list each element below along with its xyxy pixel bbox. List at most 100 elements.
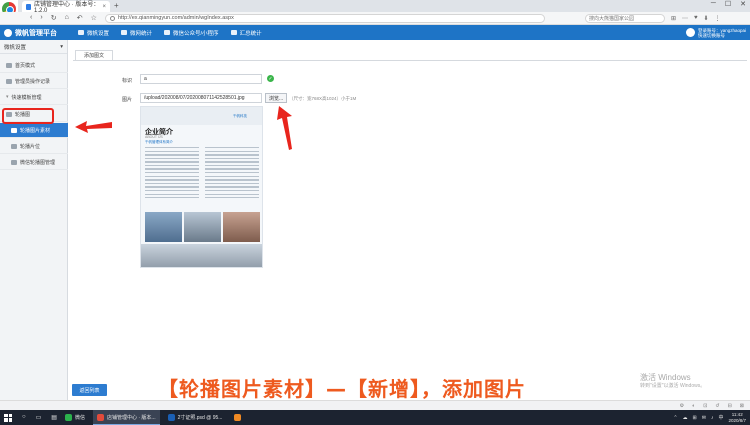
taskbar-app-wechat[interactable]: 微信 bbox=[61, 410, 89, 425]
user-info[interactable]: 登录账号：yangzhaopai 快速切换账号 bbox=[685, 28, 750, 38]
cloud-icon[interactable]: ☁ bbox=[683, 415, 688, 421]
identifier-label: 标识 bbox=[122, 78, 133, 84]
top-nav-item-summary[interactable]: 汇总统计 bbox=[225, 25, 268, 40]
reload-icon[interactable]: ↻ bbox=[51, 14, 57, 22]
taskbar-app-label: 2寸证照.psd @ 95... bbox=[177, 415, 223, 421]
top-nav-item-settings[interactable]: 微帆设置 bbox=[72, 25, 115, 40]
search-icon[interactable]: ○ bbox=[22, 414, 26, 421]
menu-icon[interactable]: ⋮ bbox=[715, 15, 721, 22]
tray-expand-icon[interactable]: ⌃ bbox=[673, 415, 677, 421]
sidebar-title-text: 微帆设置 bbox=[4, 44, 27, 51]
url-field[interactable]: http://ex.qianmingyun.com/admin/wgIndex.… bbox=[104, 13, 545, 23]
close-window-icon[interactable]: ✕ bbox=[740, 0, 746, 8]
taskbar: ○ ▭ ▤ 微信 店铺管理中心 · 版本... 2寸证照.psd @ 95...… bbox=[0, 410, 750, 425]
screenshot-icon[interactable]: ⊡ bbox=[703, 403, 707, 409]
sidebar-item-carousel-material[interactable]: 轮播图片素材 bbox=[0, 123, 68, 138]
folder-icon bbox=[6, 62, 12, 68]
taskbar-app-browser[interactable]: 店铺管理中心 · 版本... bbox=[92, 410, 160, 425]
summary-icon bbox=[230, 30, 237, 35]
tab-add-article[interactable]: 添加图文 bbox=[75, 50, 114, 60]
close-tab-icon[interactable]: × bbox=[102, 4, 106, 10]
sidebar-title[interactable]: 微帆设置 ▾ bbox=[0, 40, 67, 54]
site-favicon-icon bbox=[26, 3, 31, 10]
chart-icon bbox=[121, 30, 128, 35]
browser-extras: ⊞ ⋯ ♥ ⬇ ⋮ bbox=[671, 15, 721, 22]
ime-icon[interactable]: 中 bbox=[718, 414, 723, 421]
start-button[interactable] bbox=[0, 413, 16, 422]
sidebar-item-quick-templates[interactable]: ▾ 快速模板管理 bbox=[0, 90, 68, 105]
theme-icon[interactable]: ◐ bbox=[692, 403, 695, 409]
task-view-icon[interactable]: ▭ bbox=[36, 414, 42, 421]
sidebar-item-home-mode[interactable]: 首页模式 bbox=[0, 58, 68, 73]
wechat-app-icon bbox=[64, 414, 72, 421]
wechat-icon bbox=[164, 30, 171, 35]
image-icon bbox=[11, 127, 17, 133]
arrow-left-annotation bbox=[75, 121, 112, 133]
image-path-value: /upload/202008/07/202008071142528501.jpg bbox=[144, 95, 245, 101]
preview-subtitle: ABOUT US bbox=[145, 135, 163, 139]
size-hint: （尺寸：宽768X高1024）小于1M bbox=[289, 96, 357, 101]
preview-text-right bbox=[205, 147, 259, 201]
zoom-icon[interactable]: ⊠ bbox=[740, 403, 744, 409]
clock-date: 2020/8/7 bbox=[728, 417, 746, 423]
taskbar-pinned: ○ ▭ ▤ bbox=[22, 414, 57, 421]
forward-icon[interactable]: › bbox=[40, 14, 42, 22]
home-icon[interactable]: ⌂ bbox=[65, 14, 69, 22]
browser-search-input[interactable]: 搜向大熊猫国家公园 bbox=[584, 13, 665, 23]
tab-divider bbox=[73, 60, 747, 61]
brand-logo-icon bbox=[4, 28, 12, 37]
network-icon[interactable]: ⊞ bbox=[693, 415, 697, 421]
favorite-icon[interactable]: ♥ bbox=[694, 15, 698, 22]
monitor-icon bbox=[78, 30, 84, 35]
sidebar-item-wechat-carousel[interactable]: 微信轮播图管理 bbox=[0, 155, 68, 170]
system-tray: ⌃ ☁ ⊞ ✉ ♪ 中 11:42 2020/8/7 bbox=[673, 412, 750, 423]
back-to-list-button[interactable]: 返回列表 bbox=[72, 384, 107, 396]
bookmark-star-icon[interactable]: ☆ bbox=[91, 14, 97, 22]
browser-tab[interactable]: 店铺管理中心 · 版本号：1.2.0 × bbox=[22, 1, 110, 14]
security-icon bbox=[109, 15, 115, 21]
sidebar-toggle-icon[interactable]: ⊟ bbox=[728, 403, 732, 409]
sidebar-item-label: 管理员操作记录 bbox=[15, 78, 51, 85]
app-brand: 微帆管理平台 bbox=[0, 28, 68, 38]
sidebar-item-label: 快速模板管理 bbox=[11, 94, 42, 101]
sidebar-item-carousel-slots[interactable]: 轮播片位 bbox=[0, 139, 68, 154]
taskbar-app-illustrator[interactable] bbox=[230, 410, 245, 425]
apps-icon[interactable]: ⊞ bbox=[671, 15, 676, 22]
valid-check-icon: ✓ bbox=[267, 75, 274, 82]
explorer-icon[interactable]: ▤ bbox=[51, 414, 57, 421]
url-text: http://ex.qianmingyun.com/admin/wgIndex.… bbox=[117, 15, 234, 21]
clock[interactable]: 11:42 2020/8/7 bbox=[728, 412, 746, 423]
maximize-icon[interactable]: ☐ bbox=[725, 0, 731, 8]
sidebar-item-label: 首页模式 bbox=[15, 62, 36, 69]
taskbar-app-photoshop[interactable]: 2寸证照.psd @ 95... bbox=[164, 410, 227, 425]
back-icon[interactable]: ‹ bbox=[30, 14, 32, 22]
image-icon bbox=[11, 143, 17, 149]
top-nav-label: 微网统计 bbox=[130, 30, 153, 37]
minimize-icon[interactable]: ─ bbox=[711, 0, 716, 8]
new-tab-button[interactable]: + bbox=[114, 1, 119, 10]
sidebar-item-admin-log[interactable]: 管理员操作记录 bbox=[0, 74, 68, 89]
image-path-input[interactable]: /upload/202008/07/202008071142528501.jpg bbox=[140, 93, 262, 103]
sidebar-item-label: 轮播片位 bbox=[20, 143, 41, 150]
switch-account-link[interactable]: 快速切换账号 bbox=[698, 33, 746, 38]
taskbar-app-label: 店铺管理中心 · 版本... bbox=[106, 414, 156, 421]
undo-icon[interactable]: ↶ bbox=[77, 14, 83, 22]
refresh-icon[interactable]: ↺ bbox=[715, 403, 719, 409]
top-nav-label: 微信公众号/小程序 bbox=[173, 30, 219, 37]
volume-icon[interactable]: ♪ bbox=[711, 415, 714, 421]
settings-icon[interactable]: ⚙ bbox=[680, 403, 684, 409]
mail-icon[interactable]: ✉ bbox=[702, 415, 706, 421]
identifier-input[interactable]: a bbox=[140, 74, 262, 84]
folder-icon bbox=[6, 78, 12, 84]
top-nav-item-wechat[interactable]: 微信公众号/小程序 bbox=[158, 25, 225, 40]
sidebar-item-label: 微信轮播图管理 bbox=[20, 159, 56, 166]
top-nav-item-stats[interactable]: 微网统计 bbox=[115, 25, 158, 40]
user-text: 登录账号：yangzhaopai 快速切换账号 bbox=[698, 28, 746, 38]
download-icon[interactable]: ⬇ bbox=[704, 15, 709, 22]
browser-tab-bar: 店铺管理中心 · 版本号：1.2.0 × + ─ ☐ ✕ bbox=[0, 0, 750, 14]
more-icon[interactable]: ⋯ bbox=[682, 15, 688, 22]
browse-button[interactable]: 浏览... bbox=[265, 93, 288, 103]
browser-app-icon bbox=[96, 413, 104, 421]
tutorial-caption: 【轮播图片素材】—【新增】，添加图片 bbox=[158, 377, 526, 401]
top-nav-label: 微帆设置 bbox=[87, 30, 110, 37]
